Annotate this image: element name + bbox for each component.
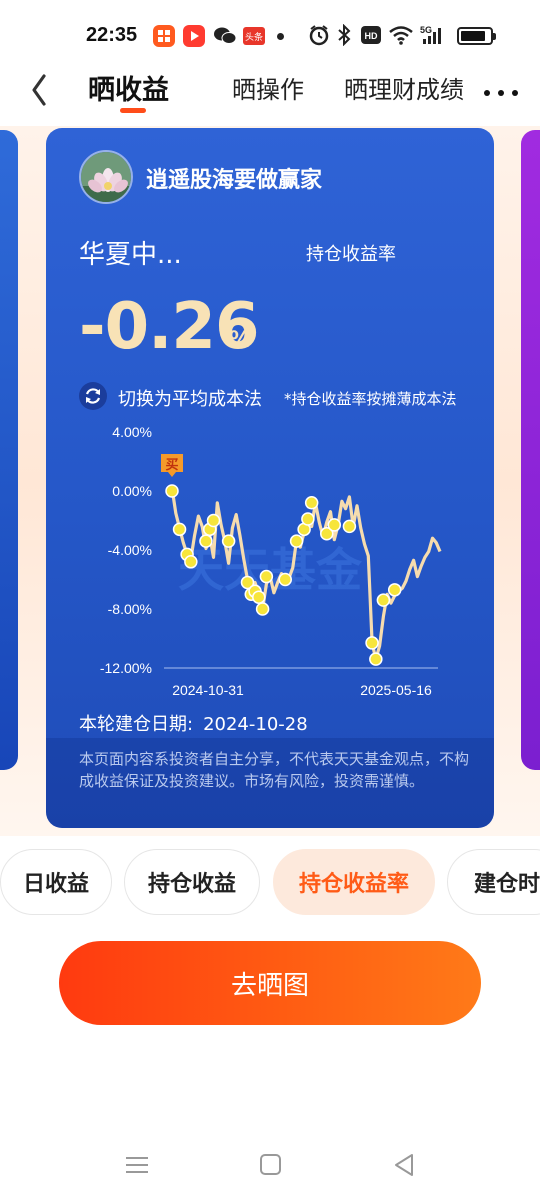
chip-build-time[interactable]: 建仓时 [447, 849, 540, 915]
fund-name: 华夏中... [79, 240, 182, 270]
return-rate-chart: 天天基金 4.00% 0.00% -4.00% -8.00% -12.00% 2024-10… [100, 424, 442, 698]
disclaimer-text: 本页面内容系投资者自主分享，不代表天天基金观点，不构成收益保证及投资建议。市场有… [79, 750, 470, 790]
more-button[interactable] [484, 86, 520, 100]
hd-icon: HD [360, 24, 382, 50]
chip-daily-profit[interactable]: 日收益 [0, 849, 112, 915]
tab-share-operations[interactable]: 晒操作 [232, 70, 304, 105]
svg-text:HD: HD [365, 31, 378, 41]
notification-dot-icon [277, 33, 284, 40]
x-tick-label: 2025-05-16 [360, 682, 432, 698]
trade-point-marker [304, 496, 319, 510]
disclaimer-box: 本页面内容系投资者自主分享，不代表天天基金观点，不构成收益保证及投资建议。市场有… [46, 738, 494, 828]
build-date-row: 本轮建仓日期: 2024-10-28 [79, 710, 308, 736]
tab-share-results[interactable]: 晒理财成绩 [344, 70, 464, 105]
trade-point-marker [206, 513, 221, 528]
top-tab-bar: 晒收益 晒操作 晒理财成绩 [0, 60, 540, 126]
refresh-icon[interactable] [79, 382, 107, 410]
trade-point-marker [376, 593, 391, 607]
watermark-text: 天天基金 [178, 543, 363, 597]
system-navigation-bar [0, 1130, 540, 1200]
trade-point-marker [327, 518, 342, 532]
trade-point-marker [365, 636, 379, 650]
build-date-value: 2024-10-28 [203, 714, 308, 735]
share-image-button[interactable]: 去晒图 [59, 941, 481, 1025]
metric-chip-row: 日收益 持仓收益 持仓收益率 建仓时 [0, 849, 540, 917]
build-date-label: 本轮建仓日期: [79, 714, 194, 735]
username: 逍遥股海要做赢家 [146, 168, 323, 193]
trade-point-marker [165, 484, 179, 498]
cost-method-note: *持仓收益率按摊薄成本法 [284, 390, 457, 408]
signal-icon: 5G [420, 24, 450, 50]
trade-point-marker [252, 590, 266, 604]
app-icon-1 [153, 25, 175, 47]
trade-point-marker [199, 534, 213, 548]
battery-icon [457, 27, 496, 45]
trade-point-marker [387, 583, 402, 597]
y-tick-label: 0.00% [112, 483, 152, 499]
avatar [79, 150, 133, 204]
home-icon[interactable] [256, 1150, 286, 1180]
battery-level [461, 31, 485, 41]
video-app-icon [183, 25, 205, 47]
return-rate-unit: % [229, 328, 252, 353]
back-triangle-icon[interactable] [390, 1150, 420, 1180]
trade-point-marker [255, 602, 270, 616]
trade-point-marker [369, 652, 383, 666]
trade-point-marker [172, 522, 187, 537]
share-card: 逍遥股海要做赢家 华夏中... 持仓收益率 -0.26 % 切换为平均成本法 *… [46, 128, 494, 828]
trade-point-marker [278, 572, 292, 587]
wifi-icon [388, 24, 414, 50]
switch-cost-method-button[interactable]: 切换为平均成本法 [118, 385, 262, 411]
wechat-icon [213, 25, 237, 47]
y-tick-label: 4.00% [112, 424, 152, 440]
bluetooth-icon [336, 23, 352, 50]
back-button[interactable] [22, 68, 62, 108]
tab-share-profit[interactable]: 晒收益 [88, 68, 169, 107]
chevron-left-icon [32, 74, 46, 106]
previous-card-peek[interactable] [0, 130, 18, 770]
alarm-icon [308, 24, 330, 50]
active-tab-indicator [120, 108, 146, 113]
trade-point-marker [259, 569, 274, 584]
y-tick-label: -4.00% [108, 542, 152, 558]
trade-point-marker [184, 555, 198, 569]
trade-point-marker [221, 534, 236, 548]
toutiao-icon: 头条 [243, 27, 265, 45]
y-tick-label: -12.00% [100, 660, 152, 676]
buy-badge-label: 买 [165, 458, 178, 473]
menu-icon[interactable] [122, 1150, 152, 1180]
metric-label: 持仓收益率 [306, 244, 396, 265]
x-tick-label: 2024-10-31 [172, 682, 244, 698]
status-time: 22:35 [86, 24, 138, 46]
y-tick-label: -8.00% [108, 601, 152, 617]
next-card-peek[interactable] [521, 130, 540, 770]
trade-point-marker [289, 534, 304, 548]
chip-holding-profit[interactable]: 持仓收益 [124, 849, 260, 915]
trade-point-marker [342, 519, 357, 534]
svg-text:5G: 5G [420, 25, 432, 35]
trade-point-marker [301, 512, 315, 526]
chip-holding-return-rate[interactable]: 持仓收益率 [273, 849, 435, 915]
